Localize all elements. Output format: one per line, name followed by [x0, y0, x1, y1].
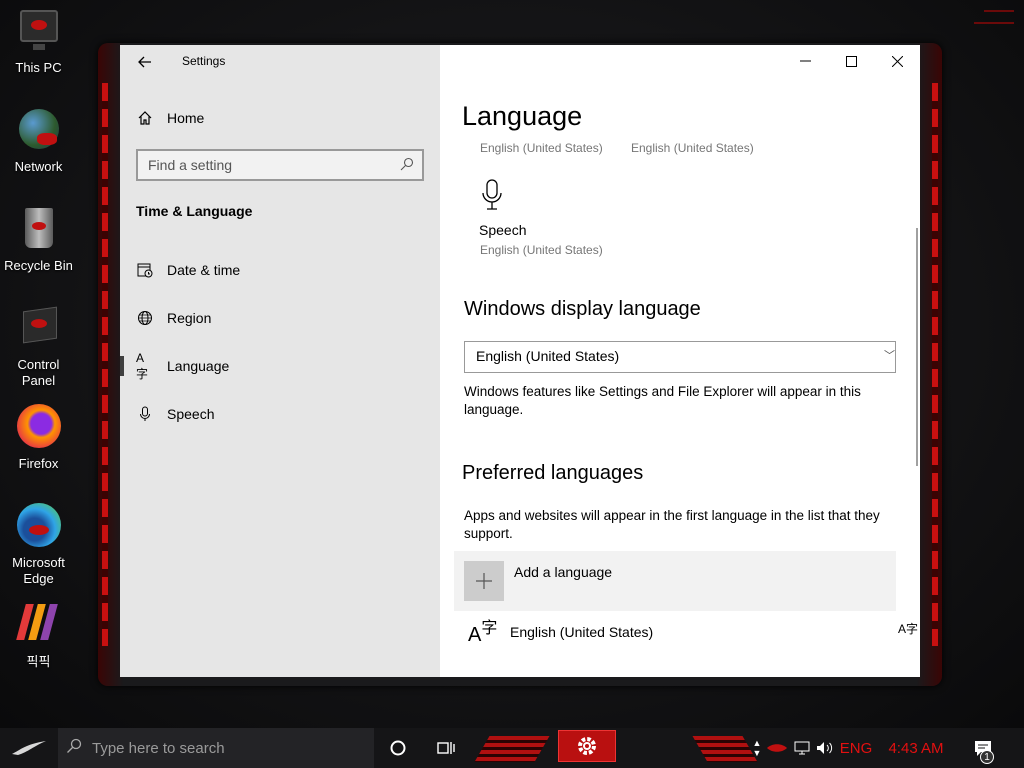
- desktop-icon-picpick[interactable]: 픽픽: [0, 602, 77, 670]
- chevron-down-icon: ﹀: [884, 350, 895, 362]
- desktop-icon-recycle-bin[interactable]: Recycle Bin: [0, 206, 77, 274]
- sidebar-item-label: Date & time: [167, 262, 241, 278]
- language-list-item[interactable]: A字 English (United States): [454, 613, 896, 677]
- desktop-icon-label: This PC: [15, 60, 62, 75]
- display-language-feature-icon: A字: [898, 622, 919, 636]
- gear-icon: [578, 737, 596, 755]
- desktop-icon-network[interactable]: Network: [0, 107, 77, 175]
- sidebar-item-date-time[interactable]: Date & time: [120, 248, 440, 292]
- plus-icon: [464, 561, 504, 601]
- input-language-indicator[interactable]: ENG: [838, 728, 874, 768]
- microphone-icon: [136, 405, 154, 423]
- sidebar-item-label: Language: [167, 358, 230, 374]
- globe-icon: [136, 309, 154, 327]
- language-icon: A字: [468, 620, 498, 646]
- desktop-icon-firefox[interactable]: Firefox: [0, 404, 77, 472]
- decor-line: [984, 10, 1014, 12]
- firefox-icon: [15, 404, 63, 452]
- rog-tray-icon[interactable]: [764, 728, 790, 768]
- clock[interactable]: 4:43 AM: [880, 728, 952, 768]
- maximize-button[interactable]: [828, 45, 874, 77]
- frame-red-strip-right: [932, 83, 938, 646]
- desktop-icon-edge[interactable]: Microsoft Edge: [0, 503, 77, 587]
- edge-icon: [15, 503, 63, 551]
- notification-count-badge: 1: [980, 750, 994, 764]
- recycle-bin-icon: [15, 206, 63, 254]
- sidebar-item-speech[interactable]: Speech: [120, 392, 440, 436]
- close-button[interactable]: [874, 45, 920, 77]
- show-hidden-icons-button[interactable]: ▲ ▼: [750, 728, 764, 768]
- back-arrow-icon[interactable]: [136, 53, 154, 71]
- home-icon: [136, 109, 154, 127]
- desktop-icon-label: Firefox: [18, 456, 59, 471]
- selected-indicator: [120, 356, 124, 376]
- minimize-button[interactable]: [782, 45, 828, 77]
- preferred-languages-heading: Preferred languages: [462, 462, 644, 484]
- apps-websites-sub: English (United States): [631, 141, 754, 155]
- calendar-clock-icon: [136, 261, 154, 279]
- search-icon[interactable]: [400, 157, 414, 174]
- task-view-button[interactable]: [426, 728, 466, 768]
- sidebar-item-home[interactable]: Home: [120, 96, 440, 140]
- desktop-icon-label: Control Panel: [17, 357, 60, 388]
- taskbar-decoration: [474, 736, 550, 762]
- sidebar-item-label: Home: [167, 110, 205, 126]
- frame-red-strip-left: [102, 83, 108, 646]
- cortana-button[interactable]: [378, 728, 418, 768]
- speech-tile-microphone-icon[interactable]: [480, 179, 510, 211]
- dropdown-selected-value: English (United States): [476, 348, 620, 364]
- settings-taskbar-button[interactable]: [558, 730, 616, 762]
- settings-window: Settings Home Find a setting Time & Lang…: [120, 45, 920, 677]
- desktop-icon-label: Recycle Bin: [4, 258, 73, 273]
- notification-center-button[interactable]: 1: [966, 728, 1000, 768]
- speech-tile-sub: English (United States): [480, 243, 603, 257]
- language-icon: A字: [136, 350, 149, 381]
- sidebar-item-region[interactable]: Region: [120, 296, 440, 340]
- add-language-label: Add a language: [514, 564, 613, 580]
- taskbar: Type here to search ▲ ▼ ENG 4:43 AM 1: [0, 728, 1024, 768]
- section-title: Time & Language: [136, 203, 253, 219]
- display-language-dropdown[interactable]: English (United States) ﹀: [464, 341, 896, 373]
- windows-display-sub: English (United States): [480, 141, 603, 155]
- scrollbar-thumb[interactable]: [916, 228, 918, 466]
- desktop-icon-label: Network: [14, 159, 63, 174]
- search-icon: [66, 738, 82, 758]
- desktop-icon-label: 픽픽: [26, 654, 51, 669]
- taskbar-search-box[interactable]: Type here to search: [58, 728, 374, 768]
- window-title: Settings: [182, 54, 226, 68]
- find-setting-input[interactable]: Find a setting: [136, 149, 424, 181]
- settings-sidebar: Settings Home Find a setting Time & Lang…: [120, 45, 440, 677]
- preferred-languages-description: Apps and websites will appear in the fir…: [464, 508, 880, 541]
- add-language-button[interactable]: Add a language: [454, 551, 896, 611]
- picpick-icon: [15, 602, 63, 650]
- sidebar-item-language[interactable]: A字 Language: [120, 344, 440, 388]
- computer-icon: [15, 8, 63, 56]
- volume-tray-icon[interactable]: [814, 728, 836, 768]
- desktop-icon-label: Microsoft Edge: [12, 555, 65, 586]
- network-tray-icon[interactable]: [792, 728, 812, 768]
- taskbar-decoration: [692, 736, 758, 762]
- sidebar-item-label: Speech: [167, 406, 215, 422]
- display-language-description: Windows features like Settings and File …: [464, 384, 861, 417]
- control-panel-icon: [15, 305, 63, 353]
- decor-line: [974, 22, 1014, 24]
- taskbar-search-placeholder: Type here to search: [92, 739, 225, 757]
- display-language-heading: Windows display language: [464, 298, 701, 320]
- desktop-icon-this-pc[interactable]: This PC: [0, 8, 77, 76]
- speech-tile-label[interactable]: Speech: [479, 222, 526, 238]
- page-title: Language: [462, 101, 583, 131]
- sidebar-item-label: Region: [167, 310, 212, 326]
- settings-main-pane: Language English (United States) English…: [440, 45, 920, 677]
- desktop-icon-control-panel[interactable]: Control Panel: [0, 305, 77, 389]
- start-button[interactable]: [0, 728, 58, 768]
- network-globe-icon: [15, 107, 63, 155]
- search-placeholder: Find a setting: [148, 157, 233, 173]
- language-name: English (United States): [510, 624, 654, 640]
